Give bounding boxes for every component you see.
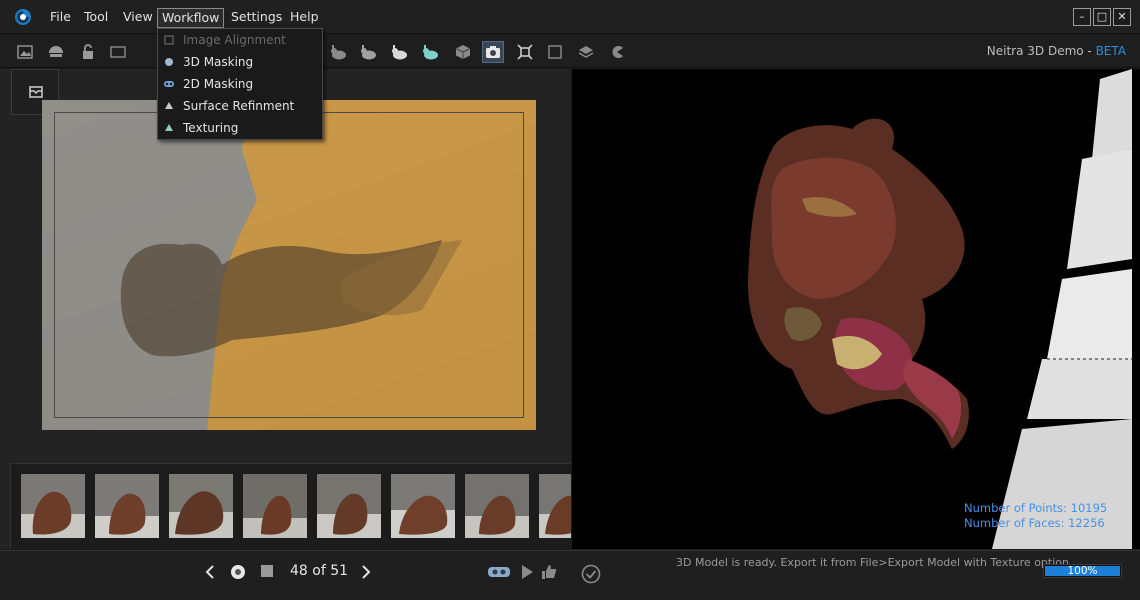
rabbit-icon[interactable] [357, 41, 379, 63]
menu-view[interactable]: View [119, 8, 157, 28]
menu-item-3d-masking[interactable]: 3D Masking [158, 51, 322, 73]
cube-icon[interactable] [452, 41, 474, 63]
pacman-icon[interactable] [606, 41, 628, 63]
thumbnail[interactable] [317, 474, 381, 538]
thumbnail[interactable] [465, 474, 529, 538]
chevron-right-icon [362, 565, 371, 579]
next-image-button[interactable] [356, 564, 376, 584]
menu-help[interactable]: Help [286, 8, 323, 28]
source-image[interactable] [42, 100, 536, 430]
menu-workflow[interactable]: Workflow [157, 8, 225, 28]
inbox-icon [29, 86, 43, 98]
square-icon[interactable] [544, 41, 566, 63]
bottom-bar: 48 of 51 3D Model is ready. Export it fr… [0, 550, 1140, 600]
menu-item-texturing[interactable]: Texturing [158, 117, 322, 139]
stop-icon [261, 565, 273, 577]
thumbnail[interactable] [539, 474, 571, 538]
rabbit-icon[interactable] [419, 41, 441, 63]
menu-item-surface-refinment[interactable]: Surface Refinment [158, 95, 322, 117]
surface-icon [165, 102, 173, 109]
rabbit-icon[interactable] [327, 41, 349, 63]
model-render [747, 69, 1132, 549]
brand-name: Neitra 3D Demo - [986, 44, 1096, 58]
like-button[interactable] [539, 564, 559, 584]
camera-icon[interactable] [482, 41, 504, 63]
menu-settings[interactable]: Settings [227, 8, 286, 28]
image-icon[interactable] [14, 41, 36, 63]
prev-image-button[interactable] [200, 564, 220, 584]
thumbnail[interactable] [95, 474, 159, 538]
model-stats: Number of Points: 10195 Number of Faces:… [964, 501, 1107, 531]
app-brand: Neitra 3D Demo - BETA [987, 44, 1126, 58]
menu-item-label: 2D Masking [183, 77, 254, 91]
chevron-left-icon [205, 565, 214, 579]
rabbit-icon[interactable] [388, 41, 410, 63]
thumbnail[interactable] [21, 474, 85, 538]
menu-item-label: Texturing [183, 121, 239, 135]
play-button[interactable] [517, 564, 537, 584]
stop-button[interactable] [257, 564, 277, 584]
3d-viewport[interactable]: Number of Points: 10195 Number of Faces:… [572, 69, 1140, 549]
check-circle-icon [581, 564, 601, 584]
record-button[interactable] [228, 564, 248, 584]
thumbnail[interactable] [169, 474, 233, 538]
menu-item-label: Surface Refinment [183, 99, 295, 113]
vr-button[interactable] [487, 564, 511, 584]
minimize-button[interactable]: – [1073, 8, 1091, 26]
progress-bar: 100% [1043, 564, 1122, 578]
thumbnail[interactable] [391, 474, 455, 538]
frame-icon[interactable] [107, 41, 129, 63]
workflow-menu: Image Alignment 3D Masking 2D Masking Su… [157, 28, 323, 140]
status-message: 3D Model is ready. Export it from File>E… [676, 556, 1073, 569]
layers-icon[interactable] [575, 41, 597, 63]
progress-label: 100% [1067, 565, 1098, 577]
texture-icon [165, 124, 173, 131]
alignment-icon [164, 35, 174, 45]
menu-file[interactable]: File [46, 8, 75, 28]
record-icon [231, 565, 245, 579]
play-icon [522, 565, 533, 579]
beta-badge: BETA [1095, 44, 1126, 58]
faces-count: Number of Faces: 12256 [964, 516, 1105, 530]
points-count: Number of Points: 10195 [964, 501, 1108, 515]
thumbnail[interactable] [243, 474, 307, 538]
filmstrip[interactable] [10, 463, 571, 549]
menu-item-label: Image Alignment [183, 33, 286, 47]
mask-icon [164, 81, 174, 87]
app-logo-icon[interactable] [14, 8, 32, 26]
menu-tool[interactable]: Tool [80, 8, 112, 28]
page-counter: 48 of 51 [290, 563, 349, 579]
thumbs-up-icon [542, 565, 557, 579]
vr-headset-icon [488, 567, 510, 577]
maximize-button[interactable]: □ [1093, 8, 1111, 26]
menu-item-2d-masking[interactable]: 2D Masking [158, 73, 322, 95]
crop-frame [54, 112, 524, 418]
camera-pose-icon[interactable] [45, 41, 67, 63]
close-button[interactable]: ✕ [1113, 8, 1131, 26]
crosshair-icon[interactable] [514, 41, 536, 63]
menu-item-image-alignment: Image Alignment [158, 29, 322, 51]
lock-icon[interactable] [77, 41, 99, 63]
sphere-mask-icon [165, 58, 173, 66]
confirm-button[interactable] [580, 564, 602, 584]
menu-item-label: 3D Masking [183, 55, 254, 69]
